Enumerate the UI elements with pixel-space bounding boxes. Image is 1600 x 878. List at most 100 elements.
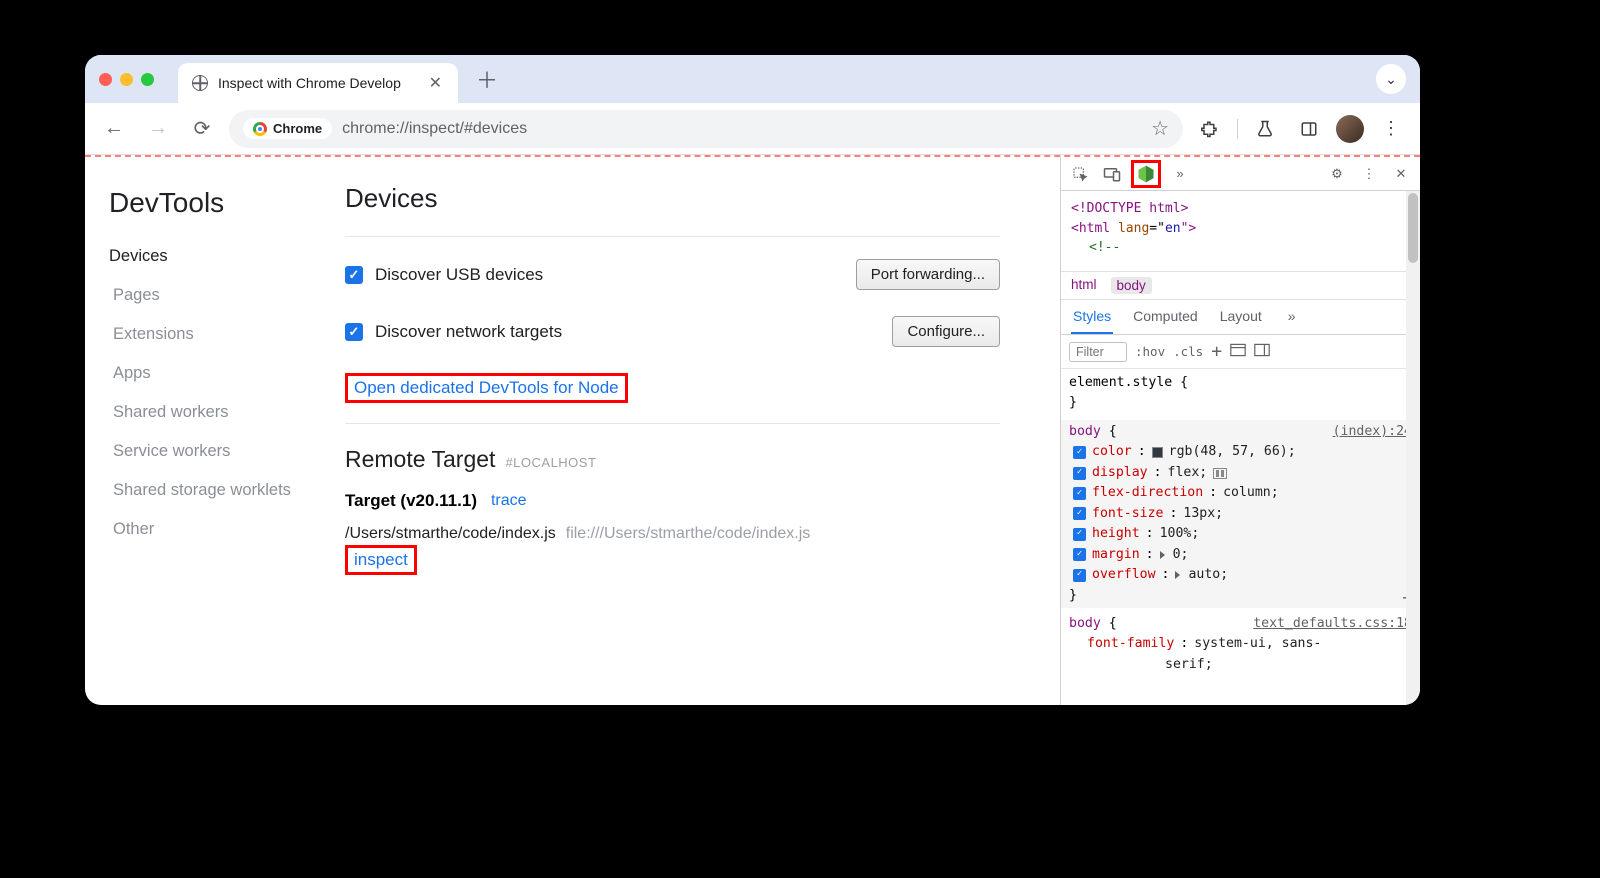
site-info-pill[interactable]: Chrome (243, 118, 332, 139)
css-prop-display[interactable]: ✓display: flex; (1069, 463, 1412, 483)
profile-avatar[interactable] (1336, 115, 1364, 143)
discover-usb-checkbox[interactable]: ✓ (345, 266, 363, 284)
dom-breadcrumb[interactable]: html body (1061, 271, 1420, 300)
inspect-element-icon[interactable] (1067, 161, 1093, 187)
css-brace: } (1069, 588, 1077, 603)
discover-network-row: ✓ Discover network targets Configure... (345, 316, 1040, 347)
browser-tab[interactable]: Inspect with Chrome Develop ✕ (178, 63, 458, 103)
bookmark-star-icon[interactable]: ☆ (1151, 116, 1169, 141)
checkbox-icon[interactable]: ✓ (1073, 487, 1086, 500)
checkbox-icon[interactable]: ✓ (1073, 446, 1086, 459)
close-tab-icon[interactable]: ✕ (427, 73, 444, 93)
tab-styles[interactable]: Styles (1071, 300, 1113, 334)
address-bar[interactable]: Chrome chrome://inspect/#devices ☆ (229, 110, 1183, 148)
back-button[interactable]: ← (97, 112, 131, 146)
css-prop-font-size[interactable]: ✓font-size: 13px; (1069, 504, 1412, 524)
trace-link[interactable]: trace (491, 492, 527, 510)
devices-heading: Devices (345, 183, 1040, 214)
close-devtools-icon[interactable]: ✕ (1388, 161, 1414, 187)
dom-eq: =" (1149, 221, 1165, 236)
dom-tree[interactable]: <!DOCTYPE html> <html lang="en"> <!-- (1061, 191, 1420, 271)
tab-computed[interactable]: Computed (1131, 300, 1200, 334)
chrome-logo-icon (253, 122, 267, 136)
port-forwarding-button[interactable]: Port forwarding... (856, 259, 1000, 290)
breadcrumb-html[interactable]: html (1071, 277, 1097, 294)
inspect-link[interactable]: inspect (354, 550, 408, 569)
css-rule-body-defaults: text_defaults.css:18 body { font-family:… (1069, 614, 1412, 675)
devtools-toolbar: » ⚙ ⋮ ✕ (1061, 157, 1420, 191)
css-prop-height[interactable]: ✓height: 100%; (1069, 524, 1412, 544)
css-rule-body: (index):24 body { ✓color: rgb(48, 57, 66… (1061, 420, 1420, 608)
css-source-link[interactable]: (index):24 (1333, 422, 1412, 442)
discover-network-label: Discover network targets (375, 322, 562, 342)
labs-flask-icon[interactable] (1248, 112, 1282, 146)
hov-toggle[interactable]: :hov (1135, 344, 1165, 359)
sidebar-item-shared-storage-worklets[interactable]: Shared storage worklets (109, 471, 345, 510)
css-prop-overflow[interactable]: ✓overflow: auto; (1069, 565, 1412, 585)
inspect-main: Devices ✓ Discover USB devices Port forw… (345, 177, 1040, 705)
new-rule-icon[interactable]: + (1211, 341, 1222, 362)
styles-filter-input[interactable] (1069, 342, 1127, 362)
inspect-page: DevTools Devices Pages Extensions Apps S… (85, 157, 1060, 705)
fullscreen-window-icon[interactable] (141, 73, 154, 86)
more-tabs-icon[interactable]: » (1167, 161, 1193, 187)
checkbox-icon[interactable]: ✓ (1073, 507, 1086, 520)
styles-filter-row: :hov .cls + (1061, 335, 1420, 369)
extensions-icon[interactable] (1193, 112, 1227, 146)
css-source-link[interactable]: text_defaults.css:18 (1253, 614, 1412, 634)
nodejs-icon[interactable] (1136, 164, 1156, 184)
toolbar: ← → ⟳ Chrome chrome://inspect/#devices ☆… (85, 103, 1420, 155)
flex-badge-icon[interactable] (1213, 468, 1227, 479)
open-node-devtools-link[interactable]: Open dedicated DevTools for Node (354, 378, 619, 397)
device-toggle-icon[interactable] (1099, 161, 1125, 187)
discover-network-checkbox[interactable]: ✓ (345, 323, 363, 341)
minimize-window-icon[interactable] (120, 73, 133, 86)
chrome-menu-icon[interactable]: ⋮ (1374, 112, 1408, 146)
expand-triangle-icon[interactable] (1160, 551, 1165, 559)
sidebar-item-apps[interactable]: Apps (109, 354, 345, 393)
css-prop-color[interactable]: ✓color: rgb(48, 57, 66); (1069, 442, 1412, 462)
sidebar-item-devices[interactable]: Devices (85, 237, 345, 276)
content-row: DevTools Devices Pages Extensions Apps S… (85, 155, 1420, 705)
computed-styles-icon[interactable] (1230, 343, 1246, 360)
url-text: chrome://inspect/#devices (342, 120, 527, 138)
highlight-node-devtools: Open dedicated DevTools for Node (345, 373, 628, 403)
remote-target-label: Remote Target (345, 446, 495, 473)
tab-layout[interactable]: Layout (1218, 300, 1264, 334)
checkbox-icon[interactable]: ✓ (1073, 548, 1086, 561)
new-tab-button[interactable]: ＋ (466, 63, 508, 95)
checkbox-icon[interactable]: ✓ (1073, 569, 1086, 582)
sidebar-item-pages[interactable]: Pages (109, 276, 345, 315)
sidebar-item-service-workers[interactable]: Service workers (109, 432, 345, 471)
settings-gear-icon[interactable]: ⚙ (1324, 161, 1350, 187)
side-panel-icon[interactable] (1292, 112, 1326, 146)
site-info-label: Chrome (273, 121, 322, 136)
devtools-panel: » ⚙ ⋮ ✕ <!DOCTYPE html> <html lang="en">… (1060, 157, 1420, 705)
reload-button[interactable]: ⟳ (185, 112, 219, 146)
expand-triangle-icon[interactable] (1175, 571, 1180, 579)
css-prop-font-family[interactable]: font-family: system-ui, sans- (1069, 634, 1412, 654)
sidebar-item-other[interactable]: Other (109, 510, 345, 549)
css-selector: body (1069, 616, 1101, 631)
cls-toggle[interactable]: .cls (1173, 344, 1203, 359)
css-rules-pane[interactable]: element.style { } (index):24 body { ✓col… (1061, 369, 1420, 705)
forward-button[interactable]: → (141, 112, 175, 146)
checkbox-icon[interactable]: ✓ (1073, 467, 1086, 480)
css-prop-flex-direction[interactable]: ✓flex-direction: column; (1069, 483, 1412, 503)
sidebar-item-shared-workers[interactable]: Shared workers (109, 393, 345, 432)
close-window-icon[interactable] (99, 73, 112, 86)
tab-title: Inspect with Chrome Develop (218, 75, 417, 91)
more-tabs-icon[interactable]: » (1286, 300, 1298, 334)
devtools-menu-icon[interactable]: ⋮ (1356, 161, 1382, 187)
sidebar-item-extensions[interactable]: Extensions (109, 315, 345, 354)
toggle-sidebar-icon[interactable] (1254, 343, 1270, 360)
divider (345, 423, 1000, 424)
css-val-cont: serif; (1165, 657, 1213, 672)
configure-button[interactable]: Configure... (892, 316, 1000, 347)
expand-chevron-icon[interactable]: ⌄ (1376, 64, 1406, 94)
css-prop-margin[interactable]: ✓margin: 0; (1069, 545, 1412, 565)
checkbox-icon[interactable]: ✓ (1073, 528, 1086, 541)
inspect-sidebar: DevTools Devices Pages Extensions Apps S… (85, 177, 345, 705)
color-swatch-icon[interactable] (1152, 447, 1163, 458)
breadcrumb-body[interactable]: body (1111, 277, 1152, 294)
